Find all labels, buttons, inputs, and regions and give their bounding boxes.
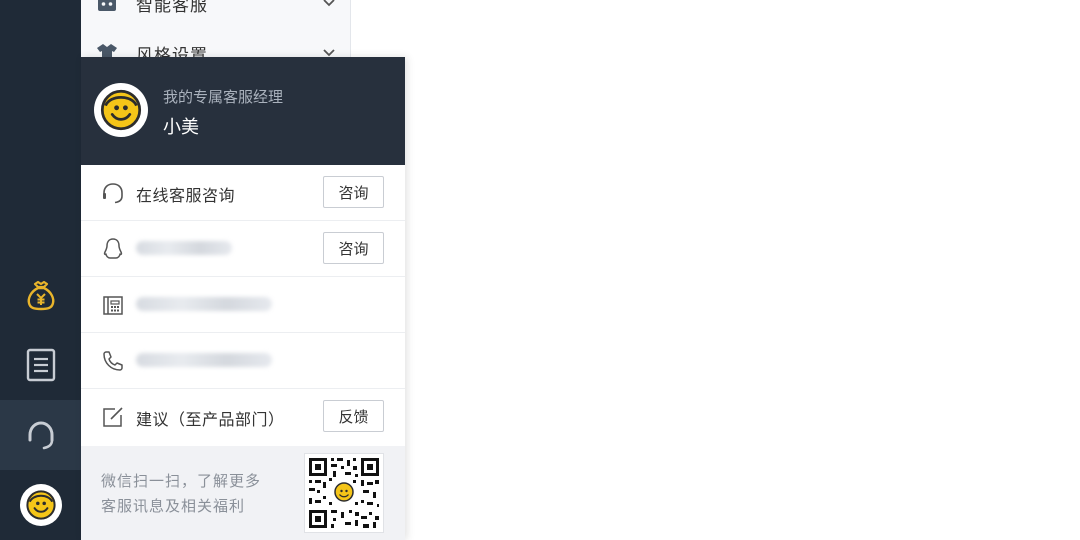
rail-billing-button[interactable] <box>0 260 81 330</box>
row-qq: 咨询 <box>81 221 405 277</box>
qq-number-redacted <box>136 241 232 255</box>
consult-button[interactable]: 咨询 <box>323 176 384 208</box>
panel-header: 我的专属客服经理 小美 <box>81 57 405 165</box>
qq-penguin-icon <box>103 238 123 259</box>
document-icon <box>26 348 55 382</box>
rail-support-button[interactable] <box>0 400 81 470</box>
feedback-button[interactable]: 反馈 <box>323 400 384 432</box>
fax-icon <box>103 296 123 315</box>
robot-icon <box>98 0 116 11</box>
rail-document-button[interactable] <box>0 330 81 400</box>
row-fax <box>81 277 405 333</box>
smiley-avatar-icon <box>100 89 142 131</box>
wechat-promo-line-2: 客服讯息及相关福利 <box>101 497 246 515</box>
qr-code-icon <box>305 454 383 532</box>
phone-icon <box>103 351 123 371</box>
sidebar-item-label: 智能客服 <box>136 0 208 16</box>
headset-icon <box>103 183 123 204</box>
row-online-support: 在线客服咨询 咨询 <box>81 165 405 221</box>
consult-qq-button[interactable]: 咨询 <box>323 232 384 264</box>
phone-number-redacted <box>136 353 272 367</box>
fax-number-redacted <box>136 297 272 311</box>
chevron-down-icon <box>323 0 335 7</box>
customer-service-panel: 我的专属客服经理 小美 在线客服咨询 咨询 咨询 建议（至产品部门） 反馈 微信… <box>81 57 405 540</box>
smiley-avatar-icon <box>25 490 56 520</box>
manager-name: 小美 <box>163 117 199 138</box>
wechat-qr-code[interactable] <box>304 453 384 533</box>
avatar <box>19 484 62 526</box>
money-bag-icon <box>27 280 54 311</box>
manager-avatar <box>94 83 148 137</box>
sidebar-item-smart-service[interactable]: 智能客服 <box>81 0 350 28</box>
panel-footer: 微信扫一扫，了解更多 客服讯息及相关福利 <box>81 446 405 540</box>
online-support-label: 在线客服咨询 <box>136 186 236 205</box>
row-phone <box>81 333 405 389</box>
suggestion-label: 建议（至产品部门） <box>136 410 285 429</box>
headset-icon <box>28 421 53 450</box>
manager-subtitle: 我的专属客服经理 <box>163 88 284 106</box>
edit-icon <box>103 407 123 427</box>
icon-rail <box>0 0 81 540</box>
rail-avatar-button[interactable] <box>0 470 81 540</box>
row-suggestion: 建议（至产品部门） 反馈 <box>81 389 405 446</box>
wechat-promo-line-1: 微信扫一扫，了解更多 <box>101 472 262 490</box>
